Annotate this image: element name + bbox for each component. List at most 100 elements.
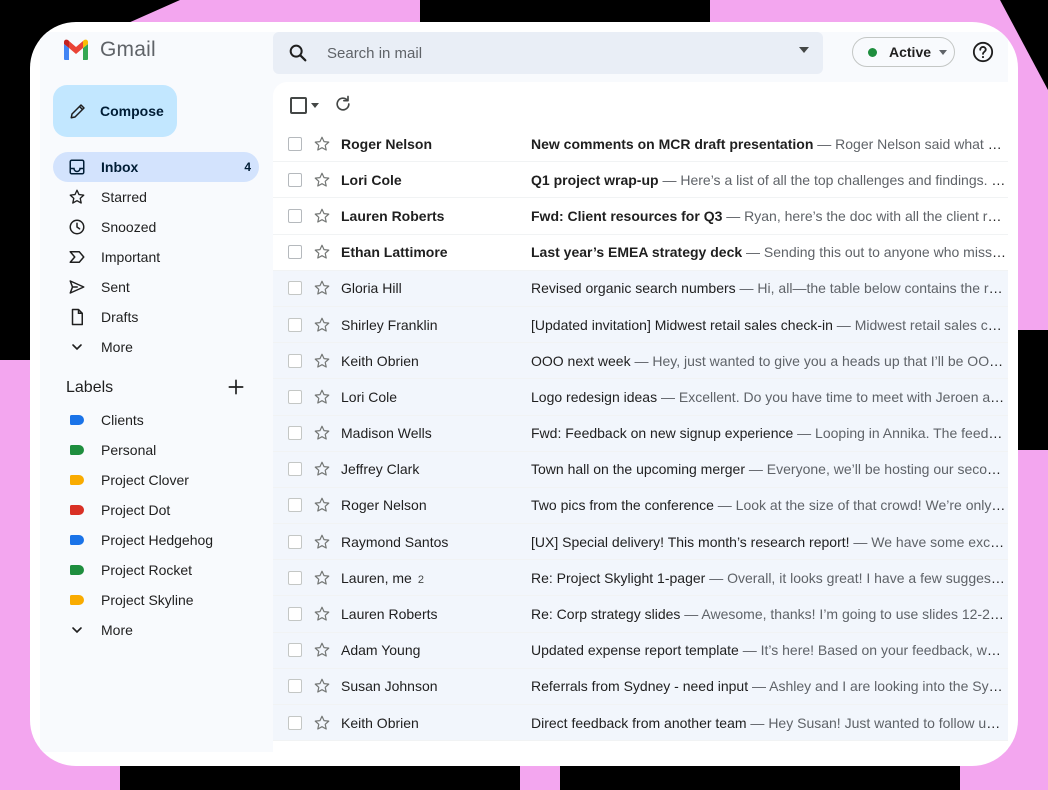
email-checkbox[interactable] bbox=[288, 643, 302, 658]
email-checkbox[interactable] bbox=[288, 353, 302, 368]
sidebar-item-inbox[interactable]: Inbox 4 bbox=[53, 152, 259, 182]
email-row[interactable]: Keith Obrien Direct feedback from another… bbox=[273, 705, 1008, 742]
inbox-icon bbox=[67, 157, 87, 177]
email-row[interactable]: Roger Nelson New comments on MCR draft pr… bbox=[273, 126, 1008, 163]
email-row[interactable]: Lauren Roberts Re: Corp strategy slides —… bbox=[273, 596, 1008, 633]
sidebar-item-drafts[interactable]: Drafts bbox=[53, 302, 259, 332]
label-item-project-dot[interactable]: Project Dot bbox=[53, 495, 259, 525]
email-row[interactable]: Roger Nelson Two pics from the conference… bbox=[273, 487, 1008, 525]
status-selector[interactable]: Active bbox=[852, 37, 955, 67]
email-checkbox[interactable] bbox=[288, 172, 302, 187]
email-checkbox[interactable] bbox=[288, 462, 302, 477]
star-icon[interactable] bbox=[313, 496, 331, 514]
sender-name: Keith Obrien bbox=[341, 714, 419, 731]
star-icon[interactable] bbox=[313, 714, 331, 732]
email-row[interactable]: Raymond Santos [UX] Special delivery! Thi… bbox=[273, 524, 1008, 561]
email-subject: Logo redesign ideas bbox=[531, 388, 658, 405]
important-icon bbox=[67, 247, 87, 267]
sender-name: Raymond Santos bbox=[341, 533, 449, 550]
email-sender: Ethan Lattimore bbox=[341, 244, 521, 260]
email-row[interactable]: Madison Wells Fwd: Feedback on new signup… bbox=[273, 415, 1008, 452]
star-icon[interactable] bbox=[313, 424, 331, 442]
star-icon[interactable] bbox=[313, 243, 331, 261]
email-summary: Logo redesign ideas — Excellent. Do you … bbox=[531, 389, 1006, 405]
email-sender: Gloria Hill bbox=[341, 280, 521, 296]
label-item-project-skyline[interactable]: Project Skyline bbox=[53, 585, 259, 615]
send-icon bbox=[67, 277, 87, 297]
sidebar-item-important[interactable]: Important bbox=[53, 242, 259, 272]
label-item-personal[interactable]: Personal bbox=[53, 435, 259, 465]
search-input[interactable] bbox=[325, 43, 769, 63]
labels-more[interactable]: More bbox=[53, 615, 259, 645]
email-checkbox[interactable] bbox=[288, 607, 302, 622]
email-row[interactable]: Susan Johnson Referrals from Sydney - nee… bbox=[273, 668, 1008, 705]
email-row[interactable]: Lauren, me 2 Re: Project Skylight 1-pager … bbox=[273, 560, 1008, 597]
star-icon[interactable] bbox=[313, 460, 331, 478]
sender-name: Jeffrey Clark bbox=[341, 461, 420, 478]
search-icon[interactable] bbox=[287, 42, 309, 64]
help-icon[interactable] bbox=[972, 41, 994, 63]
email-checkbox[interactable] bbox=[288, 317, 302, 332]
refresh-icon[interactable] bbox=[333, 94, 353, 114]
email-row[interactable]: Ethan Lattimore Last year’s EMEA strategy… bbox=[273, 235, 1008, 271]
search-bar[interactable] bbox=[273, 32, 823, 74]
add-label-icon[interactable] bbox=[226, 377, 246, 397]
email-row[interactable]: Lori Cole Logo redesign ideas — Excellent… bbox=[273, 379, 1008, 416]
email-checkbox[interactable] bbox=[288, 389, 302, 404]
star-icon[interactable] bbox=[313, 279, 331, 297]
select-all-checkbox[interactable] bbox=[290, 97, 307, 114]
email-checkbox[interactable] bbox=[288, 498, 302, 513]
star-icon[interactable] bbox=[313, 316, 331, 334]
labels-header: Labels bbox=[66, 376, 246, 400]
email-summary: Referrals from Sydney - need input — Ash… bbox=[531, 678, 1006, 694]
gmail-logo[interactable]: Gmail bbox=[62, 38, 156, 62]
compose-button[interactable]: Compose bbox=[53, 85, 177, 137]
sidebar-item-sent[interactable]: Sent bbox=[53, 272, 259, 302]
email-row[interactable]: Keith Obrien OOO next week — Hey, just wa… bbox=[273, 343, 1008, 380]
email-checkbox[interactable] bbox=[288, 679, 302, 694]
sidebar-item-starred[interactable]: Starred bbox=[53, 182, 259, 212]
email-checkbox[interactable] bbox=[288, 281, 302, 296]
star-icon[interactable] bbox=[313, 533, 331, 551]
email-checkbox[interactable] bbox=[288, 570, 302, 585]
email-checkbox[interactable] bbox=[288, 426, 302, 441]
star-icon[interactable] bbox=[313, 677, 331, 695]
email-checkbox[interactable] bbox=[288, 208, 302, 223]
label-tag-icon bbox=[67, 410, 87, 430]
unread-count: 4 bbox=[244, 160, 251, 174]
star-icon[interactable] bbox=[313, 207, 331, 225]
email-row[interactable]: Adam Young Updated expense report templat… bbox=[273, 632, 1008, 669]
email-row[interactable]: Lauren Roberts Fwd: Client resources for … bbox=[273, 198, 1008, 235]
star-icon[interactable] bbox=[313, 352, 331, 370]
email-row[interactable]: Gloria Hill Revised organic search number… bbox=[273, 270, 1008, 307]
email-checkbox[interactable] bbox=[288, 136, 302, 151]
star-icon[interactable] bbox=[313, 641, 331, 659]
labels-list: Clients Personal Project Clover Project … bbox=[53, 405, 259, 645]
label-item-project-hedgehog[interactable]: Project Hedgehog bbox=[53, 525, 259, 555]
email-checkbox[interactable] bbox=[288, 534, 302, 549]
email-row[interactable]: Shirley Franklin [Updated invitation] Mid… bbox=[273, 306, 1008, 344]
sender-name: Madison Wells bbox=[341, 425, 432, 442]
email-checkbox[interactable] bbox=[288, 715, 302, 730]
email-summary: Re: Project Skylight 1-pager — Overall, … bbox=[531, 570, 1006, 586]
email-row[interactable]: Lori Cole Q1 project wrap-up — Here’s a l… bbox=[273, 162, 1008, 199]
email-row[interactable]: Jeffrey Clark Town hall on the upcoming m… bbox=[273, 451, 1008, 488]
email-snippet: — Hey, just wanted to give you a heads u… bbox=[630, 352, 1006, 369]
email-checkbox[interactable] bbox=[288, 245, 302, 260]
star-icon[interactable] bbox=[313, 569, 331, 587]
star-icon[interactable] bbox=[313, 605, 331, 623]
search-options-icon[interactable] bbox=[799, 47, 809, 53]
label-item-project-clover[interactable]: Project Clover bbox=[53, 465, 259, 495]
sidebar-item-snoozed[interactable]: Snoozed bbox=[53, 212, 259, 242]
star-icon[interactable] bbox=[313, 135, 331, 153]
label-item-project-rocket[interactable]: Project Rocket bbox=[53, 555, 259, 585]
sidebar-item-more[interactable]: More bbox=[53, 332, 259, 362]
label-item-clients[interactable]: Clients bbox=[53, 405, 259, 435]
email-sender: Madison Wells bbox=[341, 425, 521, 441]
star-icon[interactable] bbox=[313, 388, 331, 406]
star-icon[interactable] bbox=[313, 171, 331, 189]
select-options-icon[interactable] bbox=[311, 103, 319, 108]
gmail-m-icon bbox=[64, 39, 88, 60]
email-sender: Adam Young bbox=[341, 642, 521, 658]
sidebar-item-label: Inbox bbox=[101, 159, 139, 175]
